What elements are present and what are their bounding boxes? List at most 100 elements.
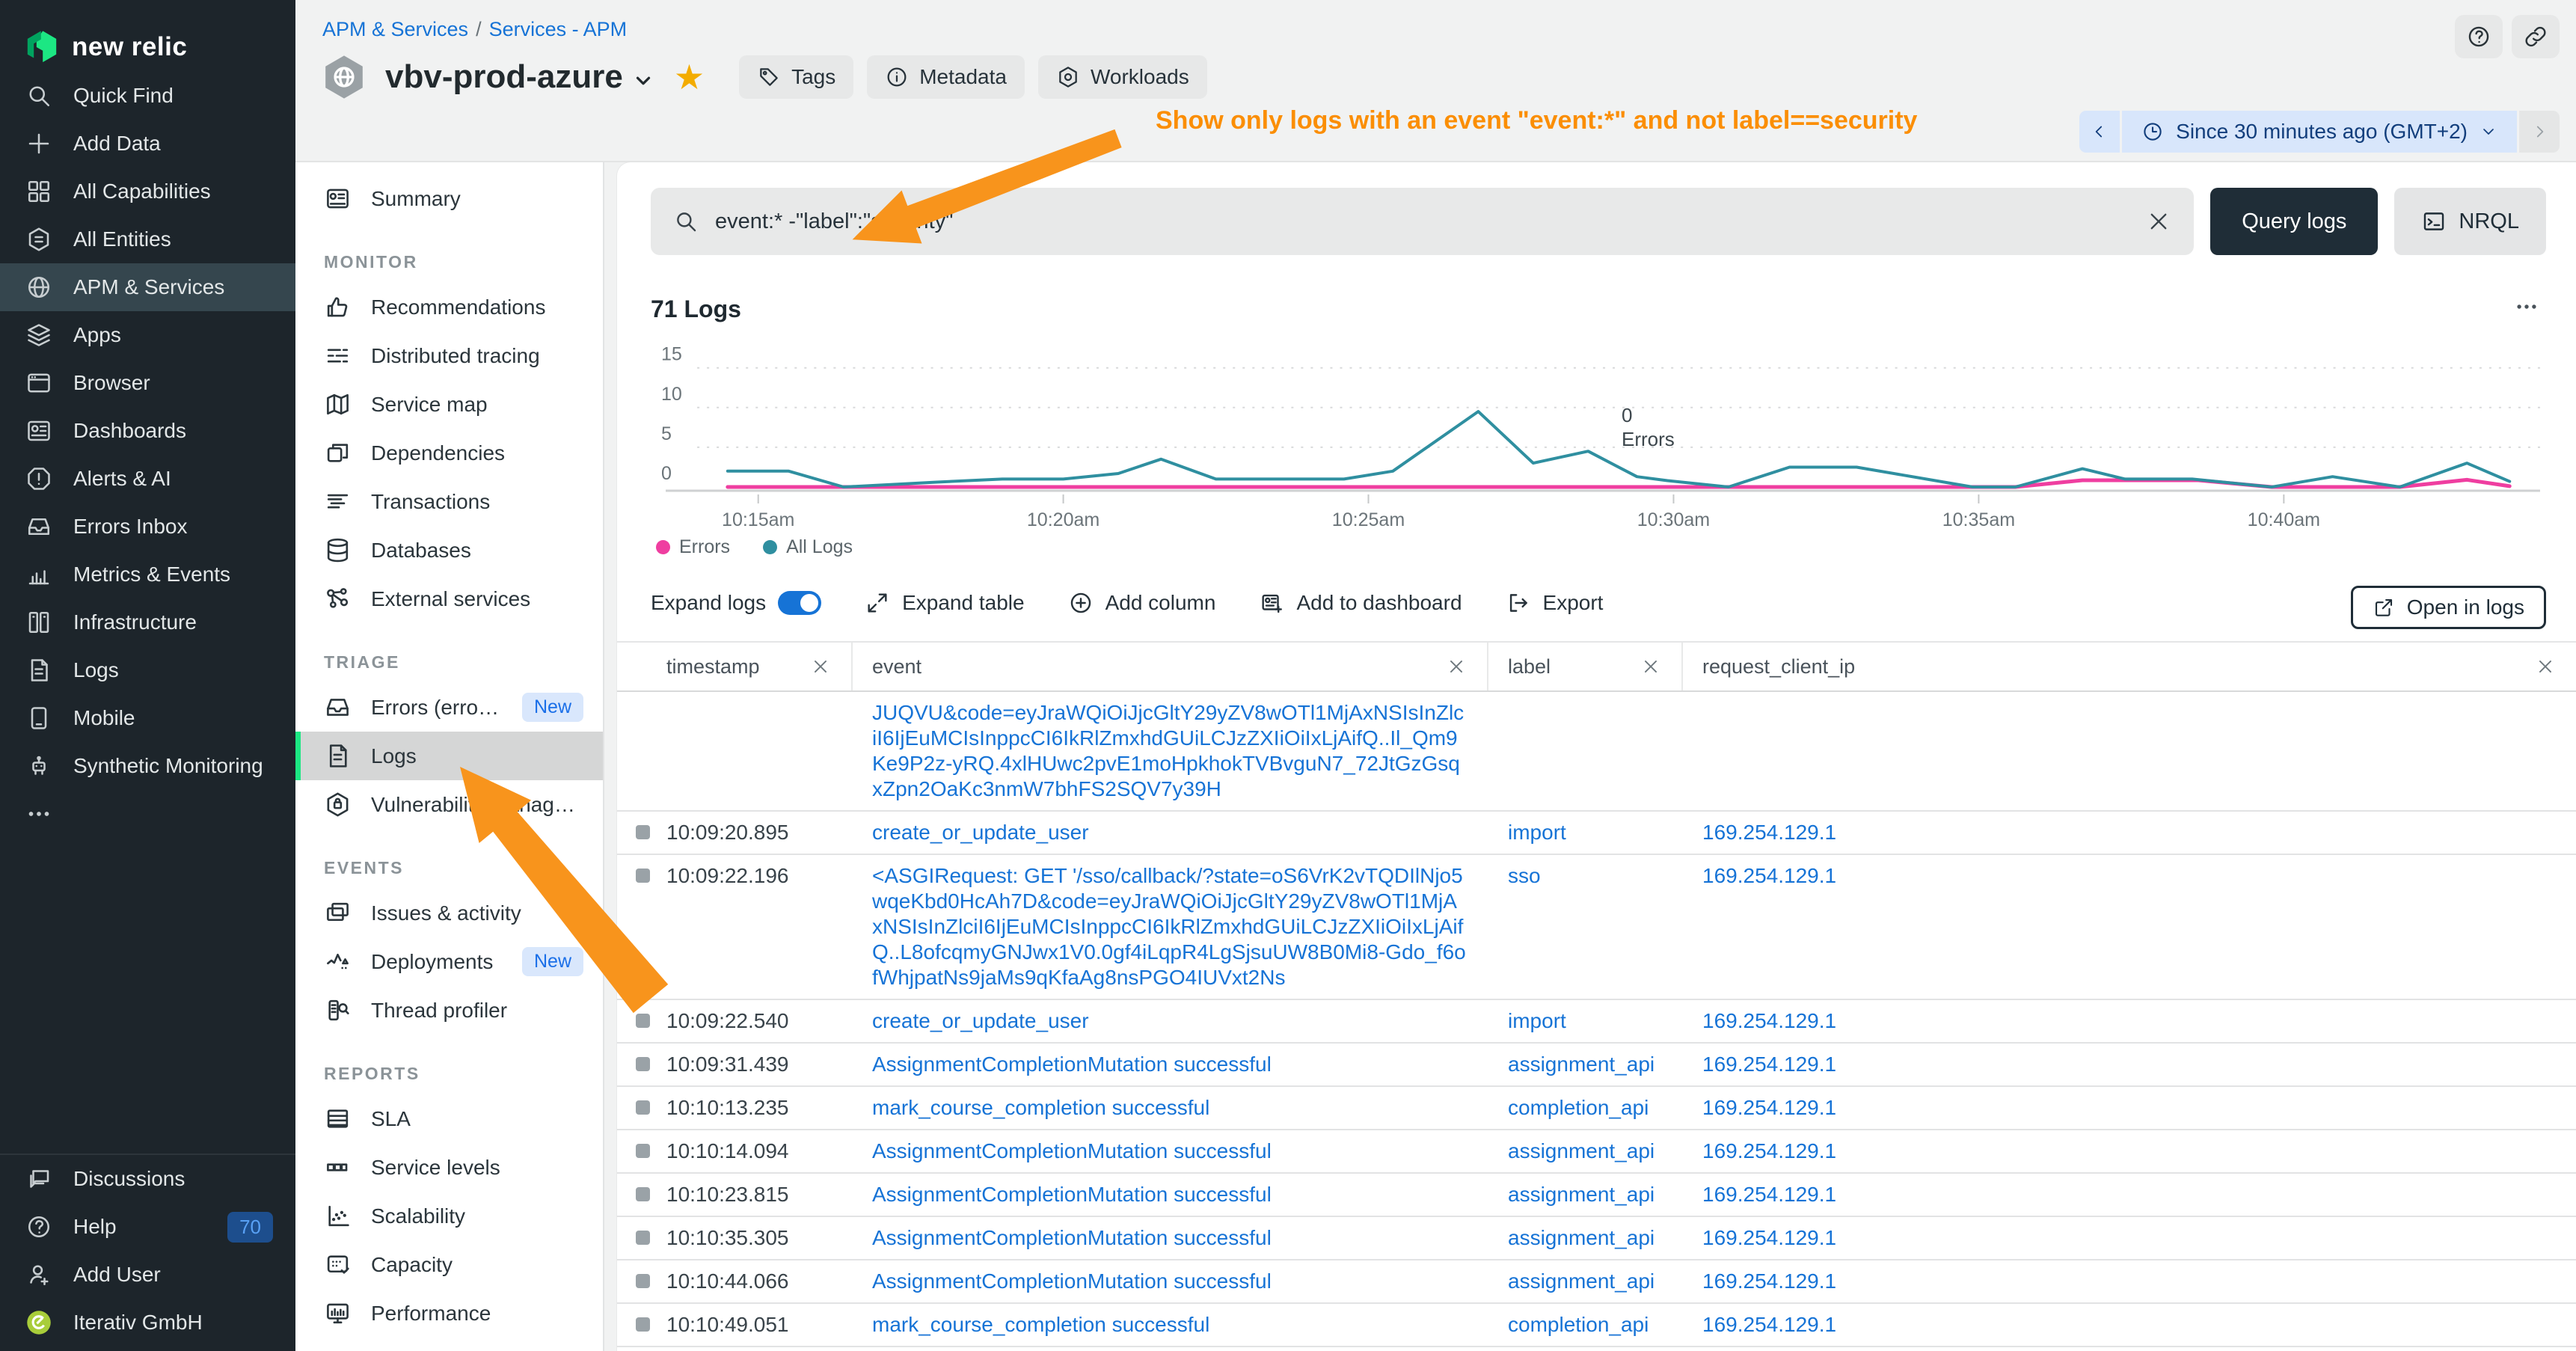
sidebar-item-iterativ-gmbh[interactable]: Iterativ GmbH [0,1299,295,1347]
log-table-row[interactable]: 10:10:35.305AssignmentCompletionMutation… [617,1217,2576,1260]
entity-nav-item-external-services[interactable]: External services [295,575,603,623]
copy-link-button[interactable] [2512,15,2560,58]
entity-nav-item-capacity[interactable]: Capacity [295,1240,603,1289]
nrql-button[interactable]: NRQL [2394,188,2546,255]
sidebar-item-quick-find[interactable]: Quick Find [0,72,295,120]
log-table-row[interactable]: JUQVU&code=eyJraWQiOiJjcGltY29yZV8wOTl1M… [617,692,2576,812]
log-ip-link[interactable]: 169.254.129.1 [1702,1096,1836,1119]
help-button[interactable] [2455,15,2503,58]
new-relic-logo[interactable]: new relic [0,0,295,72]
toggle-on[interactable] [778,591,821,615]
entity-nav-item-errors-errors-inb[interactable]: Errors (errors inb...New [295,683,603,732]
log-ip-link[interactable]: 169.254.129.1 [1702,1009,1836,1032]
metadata-button[interactable]: Metadata [867,55,1025,99]
log-table-row[interactable]: 10:10:13.235mark_course_completion succe… [617,1087,2576,1130]
sidebar-item-infrastructure[interactable]: Infrastructure [0,598,295,646]
entity-nav-item-distributed-tracing[interactable]: Distributed tracing [295,331,603,380]
query-logs-button[interactable]: Query logs [2210,188,2378,255]
sidebar-item-metrics-events[interactable]: Metrics & Events [0,551,295,598]
sidebar-item-add-data[interactable]: Add Data [0,120,295,168]
log-label-link[interactable]: assignment_api [1508,1183,1655,1206]
breadcrumb-services-apm[interactable]: Services - APM [489,18,628,40]
time-forward-button[interactable] [2519,111,2560,153]
sidebar-item-help[interactable]: Help70 [0,1203,295,1251]
log-table-row[interactable]: 10:10:23.815AssignmentCompletionMutation… [617,1174,2576,1217]
sidebar-item-apm-services[interactable]: APM & Services [0,263,295,311]
log-event-link[interactable]: <ASGIRequest: GET '/sso/callback/?state=… [872,864,1466,989]
column-header-request-client-ip[interactable]: request_client_ip [1683,643,2576,690]
log-event-link[interactable]: create_or_update_user [872,1009,1089,1032]
entity-nav-item-scalability[interactable]: Scalability [295,1192,603,1240]
column-header-event[interactable]: event [853,643,1488,690]
remove-column-icon[interactable] [2536,657,2555,676]
entity-nav-item-thread-profiler[interactable]: Thread profiler [295,986,603,1035]
entity-nav-item-vulnerability-management[interactable]: Vulnerability Management [295,780,603,829]
log-table-row[interactable]: 10:09:20.895create_or_update_userimport1… [617,812,2576,855]
entity-nav-item-transactions[interactable]: Transactions [295,477,603,526]
sidebar-item-logs[interactable]: Logs [0,646,295,694]
sidebar-item-all-entities[interactable]: All Entities [0,215,295,263]
log-table-row[interactable]: 10:09:31.439AssignmentCompletionMutation… [617,1044,2576,1087]
sidebar-item-mobile[interactable]: Mobile [0,694,295,742]
sidebar-item-more[interactable] [0,790,295,838]
entity-nav-item-logs[interactable]: Logs [295,732,603,780]
log-ip-link[interactable]: 169.254.129.1 [1702,1226,1836,1249]
favorite-star-icon[interactable]: ★ [674,57,705,97]
sidebar-item-browser[interactable]: Browser [0,359,295,407]
log-label-link[interactable]: import [1508,1009,1566,1032]
log-label-link[interactable]: import [1508,821,1566,844]
remove-column-icon[interactable] [1641,657,1660,676]
log-label-link[interactable]: completion_api [1508,1313,1649,1336]
log-table-row[interactable]: 10:10:44.066AssignmentCompletionMutation… [617,1260,2576,1304]
log-event-link[interactable]: AssignmentCompletionMutation successful [872,1139,1272,1162]
expand-table-button[interactable]: Expand table [865,590,1024,616]
open-in-logs-button[interactable]: Open in logs [2351,586,2546,629]
logs-timeseries-chart[interactable]: 05101510:15am10:20am10:25am10:30am10:35a… [651,340,2546,529]
log-ip-link[interactable]: 169.254.129.1 [1702,1183,1836,1206]
log-table-row[interactable]: 10:10:14.094AssignmentCompletionMutation… [617,1130,2576,1174]
add-to-dashboard-button[interactable]: Add to dashboard [1259,590,1462,616]
clear-search-icon[interactable] [2146,209,2171,234]
log-event-link[interactable]: AssignmentCompletionMutation successful [872,1226,1272,1249]
breadcrumb-apm-services[interactable]: APM & Services [322,18,468,40]
entity-chevron-down-icon[interactable] [632,70,654,92]
sidebar-item-errors-inbox[interactable]: Errors Inbox [0,503,295,551]
entity-nav-item-service-levels[interactable]: Service levels [295,1143,603,1192]
remove-column-icon[interactable] [1447,657,1466,676]
entity-nav-item-recommendations[interactable]: Recommendations [295,283,603,331]
tags-button[interactable]: Tags [739,55,853,99]
log-table-row[interactable]: 10:09:22.540create_or_update_userimport1… [617,1000,2576,1044]
log-label-link[interactable]: assignment_api [1508,1053,1655,1076]
entity-nav-item-dependencies[interactable]: Dependencies [295,429,603,477]
log-ip-link[interactable]: 169.254.129.1 [1702,1313,1836,1336]
remove-column-icon[interactable] [811,657,830,676]
log-event-link[interactable]: AssignmentCompletionMutation successful [872,1269,1272,1293]
log-label-link[interactable]: assignment_api [1508,1269,1655,1293]
sidebar-item-all-capabilities[interactable]: All Capabilities [0,168,295,215]
legend-item-errors[interactable]: Errors [656,536,730,558]
log-label-link[interactable]: assignment_api [1508,1139,1655,1162]
export-button[interactable]: Export [1506,590,1604,616]
expand-logs-toggle[interactable]: Expand logs [651,591,821,615]
sidebar-item-alerts-ai[interactable]: Alerts & AI [0,455,295,503]
log-search-input[interactable]: event:* -"label":"security" [651,188,2194,255]
entity-nav-item-issues-activity[interactable]: Issues & activity [295,889,603,937]
column-header-label[interactable]: label [1488,643,1683,690]
log-event-link[interactable]: create_or_update_user [872,821,1089,844]
log-ip-link[interactable]: 169.254.129.1 [1702,1269,1836,1293]
log-event-link[interactable]: mark_course_completion successful [872,1096,1209,1119]
sidebar-item-apps[interactable]: Apps [0,311,295,359]
log-ip-link[interactable]: 169.254.129.1 [1702,864,1836,887]
entity-nav-item-databases[interactable]: Databases [295,526,603,575]
sidebar-item-synthetic-monitoring[interactable]: Synthetic Monitoring [0,742,295,790]
column-header-timestamp[interactable]: timestamp [617,643,853,690]
log-event-link[interactable]: JUQVU&code=eyJraWQiOiJjcGltY29yZV8wOTl1M… [872,701,1464,800]
legend-item-all-logs[interactable]: All Logs [763,536,853,558]
entity-nav-item-sla[interactable]: SLA [295,1094,603,1143]
entity-nav-item-deployments[interactable]: DeploymentsNew [295,937,603,986]
time-back-button[interactable] [2079,111,2120,153]
time-range-button[interactable]: Since 30 minutes ago (GMT+2) [2122,111,2517,153]
entity-nav-item-summary[interactable]: Summary [295,174,603,223]
add-column-button[interactable]: Add column [1068,590,1216,616]
log-ip-link[interactable]: 169.254.129.1 [1702,1053,1836,1076]
